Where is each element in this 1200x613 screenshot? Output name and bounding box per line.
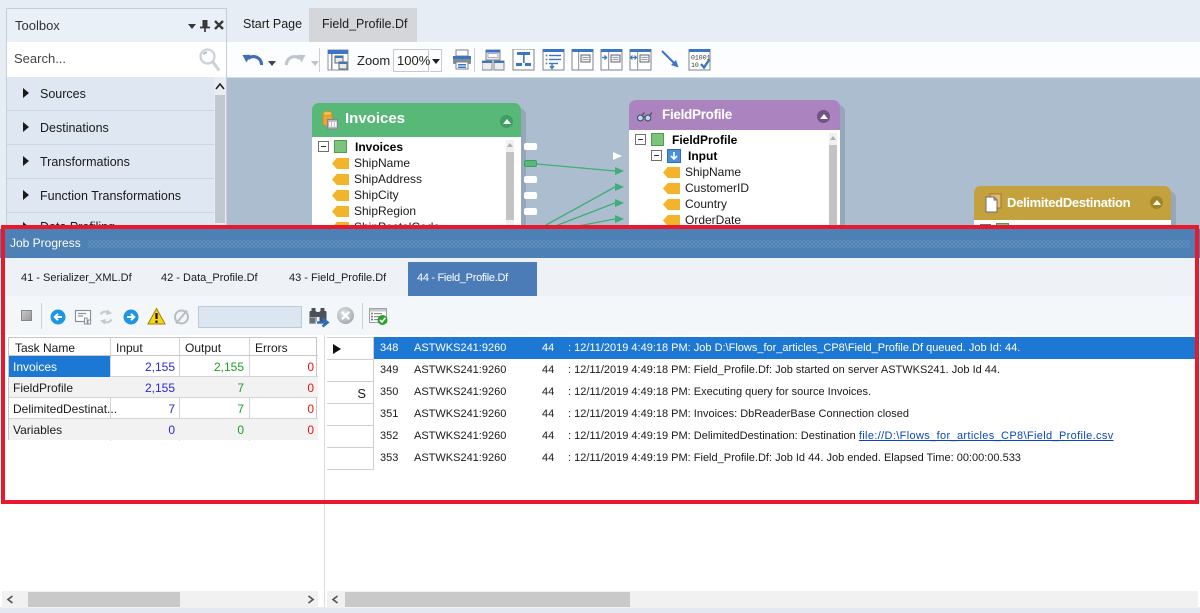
svg-text:10: 10 [691,62,699,69]
